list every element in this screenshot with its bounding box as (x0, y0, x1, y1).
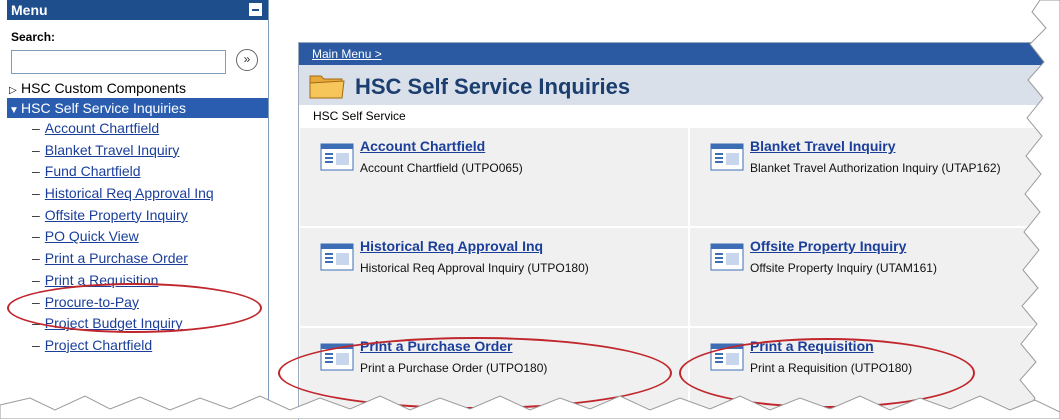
page-window-icon (710, 243, 744, 271)
search-label: Search: (11, 30, 56, 44)
submenu-item-historical-req-approval[interactable]: – Historical Req Approval Inq (7, 183, 268, 205)
submenu-link[interactable]: Print a Purchase Order (45, 250, 188, 266)
tile-title[interactable]: Account Chartfield (360, 138, 485, 154)
submenu-item-po-quick-view[interactable]: – PO Quick View (7, 226, 268, 248)
search-go-button[interactable]: » (236, 49, 258, 71)
folder-icon (309, 75, 345, 99)
section-subheading: HSC Self Service (299, 105, 1060, 127)
title-bar: HSC Self Service Inquiries (299, 65, 1060, 105)
submenu-link[interactable]: Blanket Travel Inquiry (45, 142, 180, 158)
submenu-link[interactable]: Offsite Property Inquiry (45, 207, 188, 223)
tile-title[interactable]: Offsite Property Inquiry (750, 238, 906, 254)
highlight-oval-print-requisition (679, 338, 975, 408)
menu-item-hsc-custom-components[interactable]: ▷ HSC Custom Components (7, 78, 268, 98)
tile-title[interactable]: Blanket Travel Inquiry (750, 138, 896, 154)
collapse-menu-icon[interactable] (249, 3, 262, 16)
submenu-link[interactable]: Fund Chartfield (45, 163, 141, 179)
page-title: HSC Self Service Inquiries (355, 74, 631, 99)
submenu-item-account-chartfield[interactable]: – Account Chartfield (7, 118, 268, 140)
submenu-link[interactable]: PO Quick View (45, 228, 139, 244)
menu-item-label: HSC Custom Components (21, 80, 186, 96)
search-row: » (7, 44, 268, 74)
submenu-link[interactable]: Historical Req Approval Inq (45, 185, 214, 201)
submenu-item-fund-chartfield[interactable]: – Fund Chartfield (7, 161, 268, 183)
page-window-icon (320, 143, 354, 171)
tile-historical-req-approval[interactable]: Historical Req Approval Inq Historical R… (299, 227, 689, 327)
menu-item-label: HSC Self Service Inquiries (21, 100, 186, 116)
breadcrumb: Main Menu > (299, 43, 1060, 65)
left-menu: Menu Search: » ▷ HSC Custom Components ▼ H… (7, 0, 269, 419)
highlight-oval-print-purchase-order (278, 337, 672, 409)
submenu-link[interactable]: Project Chartfield (45, 337, 152, 353)
search-input[interactable] (11, 50, 226, 74)
tile-account-chartfield[interactable]: Account Chartfield Account Chartfield (U… (299, 127, 689, 227)
expanded-triangle-icon: ▼ (9, 105, 19, 116)
tile-description: Historical Req Approval Inquiry (UTPO180… (360, 261, 589, 275)
breadcrumb-main-menu-link[interactable]: Main Menu > (312, 47, 382, 61)
menu-header: Menu (7, 0, 268, 20)
menu-title: Menu (11, 2, 48, 18)
highlight-oval-menu-print-items (7, 283, 262, 333)
submenu-item-offsite-property-inquiry[interactable]: – Offsite Property Inquiry (7, 205, 268, 227)
page-window-icon (320, 243, 354, 271)
submenu-item-print-a-purchase-order[interactable]: – Print a Purchase Order (7, 248, 268, 270)
menu-item-hsc-self-service-inquiries[interactable]: ▼ HSC Self Service Inquiries (7, 98, 268, 118)
submenu-item-project-chartfield[interactable]: – Project Chartfield (7, 335, 268, 357)
tile-title[interactable]: Historical Req Approval Inq (360, 238, 543, 254)
submenu-link[interactable]: Account Chartfield (45, 120, 159, 136)
page-window-icon (710, 143, 744, 171)
tile-description: Blanket Travel Authorization Inquiry (UT… (750, 161, 1001, 175)
submenu-item-blanket-travel-inquiry[interactable]: – Blanket Travel Inquiry (7, 140, 268, 162)
tile-description: Account Chartfield (UTPO065) (360, 161, 523, 175)
tile-description: Offsite Property Inquiry (UTAM161) (750, 261, 937, 275)
tile-offsite-property-inquiry[interactable]: Offsite Property Inquiry Offsite Propert… (689, 227, 1060, 327)
tile-blanket-travel-inquiry[interactable]: Blanket Travel Inquiry Blanket Travel Au… (689, 127, 1060, 227)
